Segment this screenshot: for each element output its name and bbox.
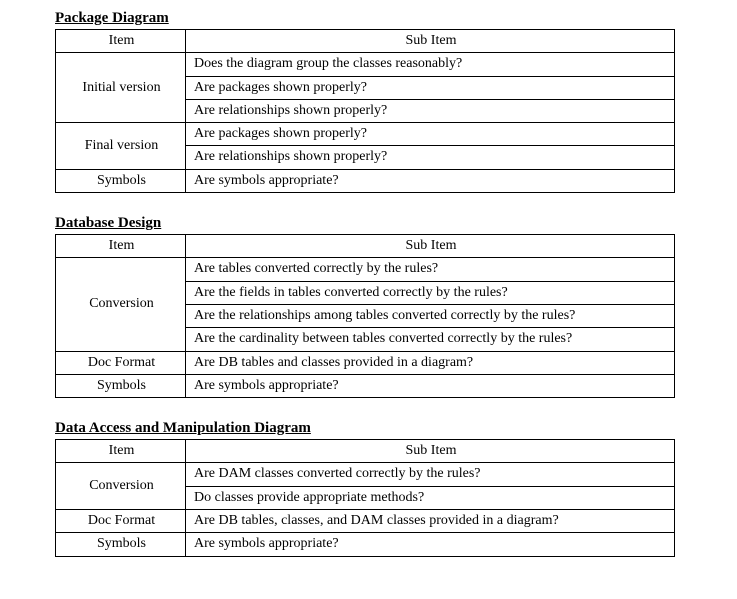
sub-item-cell: Are the relationships among tables conve… (186, 304, 675, 327)
sub-item-cell: Do classes provide appropriate methods? (186, 486, 675, 509)
section: Database Design ItemSub ItemConversionAre… (55, 215, 697, 398)
header-item: Item (56, 235, 186, 258)
header-sub-item: Sub Item (186, 235, 675, 258)
sub-item-cell: Are symbols appropriate? (186, 169, 675, 192)
sub-item-cell: Are DB tables, classes, and DAM classes … (186, 510, 675, 533)
item-cell: Doc Format (56, 351, 186, 374)
sub-item-cell: Are the fields in tables converted corre… (186, 281, 675, 304)
checklist-table: ItemSub ItemConversionAre DAM classes co… (55, 439, 675, 556)
item-cell: Final version (56, 123, 186, 170)
sub-item-cell: Are relationships shown properly? (186, 99, 675, 122)
item-cell: Conversion (56, 463, 186, 510)
checklist-table: ItemSub ItemInitial versionDoes the diag… (55, 29, 675, 193)
header-item: Item (56, 440, 186, 463)
sub-item-cell: Are symbols appropriate? (186, 533, 675, 556)
table-header-row: ItemSub Item (56, 235, 675, 258)
table-header-row: ItemSub Item (56, 440, 675, 463)
section-title: Data Access and Manipulation Diagram (55, 420, 697, 437)
sub-item-cell: Are the cardinality between tables conve… (186, 328, 675, 351)
item-cell: Conversion (56, 258, 186, 351)
sub-item-cell: Are DB tables and classes provided in a … (186, 351, 675, 374)
header-sub-item: Sub Item (186, 440, 675, 463)
sub-item-cell: Are packages shown properly? (186, 76, 675, 99)
table-row: Final versionAre packages shown properly… (56, 123, 675, 146)
sub-item-cell: Are tables converted correctly by the ru… (186, 258, 675, 281)
document-root: Package DiagramItemSub ItemInitial versi… (55, 10, 697, 557)
header-sub-item: Sub Item (186, 30, 675, 53)
table-row: ConversionAre tables converted correctly… (56, 258, 675, 281)
table-row: SymbolsAre symbols appropriate? (56, 374, 675, 397)
item-cell: Initial version (56, 53, 186, 123)
table-header-row: ItemSub Item (56, 30, 675, 53)
sub-item-cell: Are packages shown properly? (186, 123, 675, 146)
item-cell: Symbols (56, 374, 186, 397)
table-row: Doc FormatAre DB tables, classes, and DA… (56, 510, 675, 533)
item-cell: Doc Format (56, 510, 186, 533)
sub-item-cell: Are symbols appropriate? (186, 374, 675, 397)
checklist-table: ItemSub ItemConversionAre tables convert… (55, 234, 675, 398)
section: Package Diagram ItemSub ItemInitial versi… (55, 10, 697, 193)
item-cell: Symbols (56, 169, 186, 192)
table-row: ConversionAre DAM classes converted corr… (56, 463, 675, 486)
header-item: Item (56, 30, 186, 53)
table-row: SymbolsAre symbols appropriate? (56, 169, 675, 192)
sub-item-cell: Are relationships shown properly? (186, 146, 675, 169)
section-title: Database Design (55, 215, 697, 232)
sub-item-cell: Does the diagram group the classes reaso… (186, 53, 675, 76)
item-cell: Symbols (56, 533, 186, 556)
table-row: Initial versionDoes the diagram group th… (56, 53, 675, 76)
section-title: Package Diagram (55, 10, 697, 27)
section: Data Access and Manipulation Diagram Item… (55, 420, 697, 556)
sub-item-cell: Are DAM classes converted correctly by t… (186, 463, 675, 486)
table-row: Doc FormatAre DB tables and classes prov… (56, 351, 675, 374)
table-row: SymbolsAre symbols appropriate? (56, 533, 675, 556)
